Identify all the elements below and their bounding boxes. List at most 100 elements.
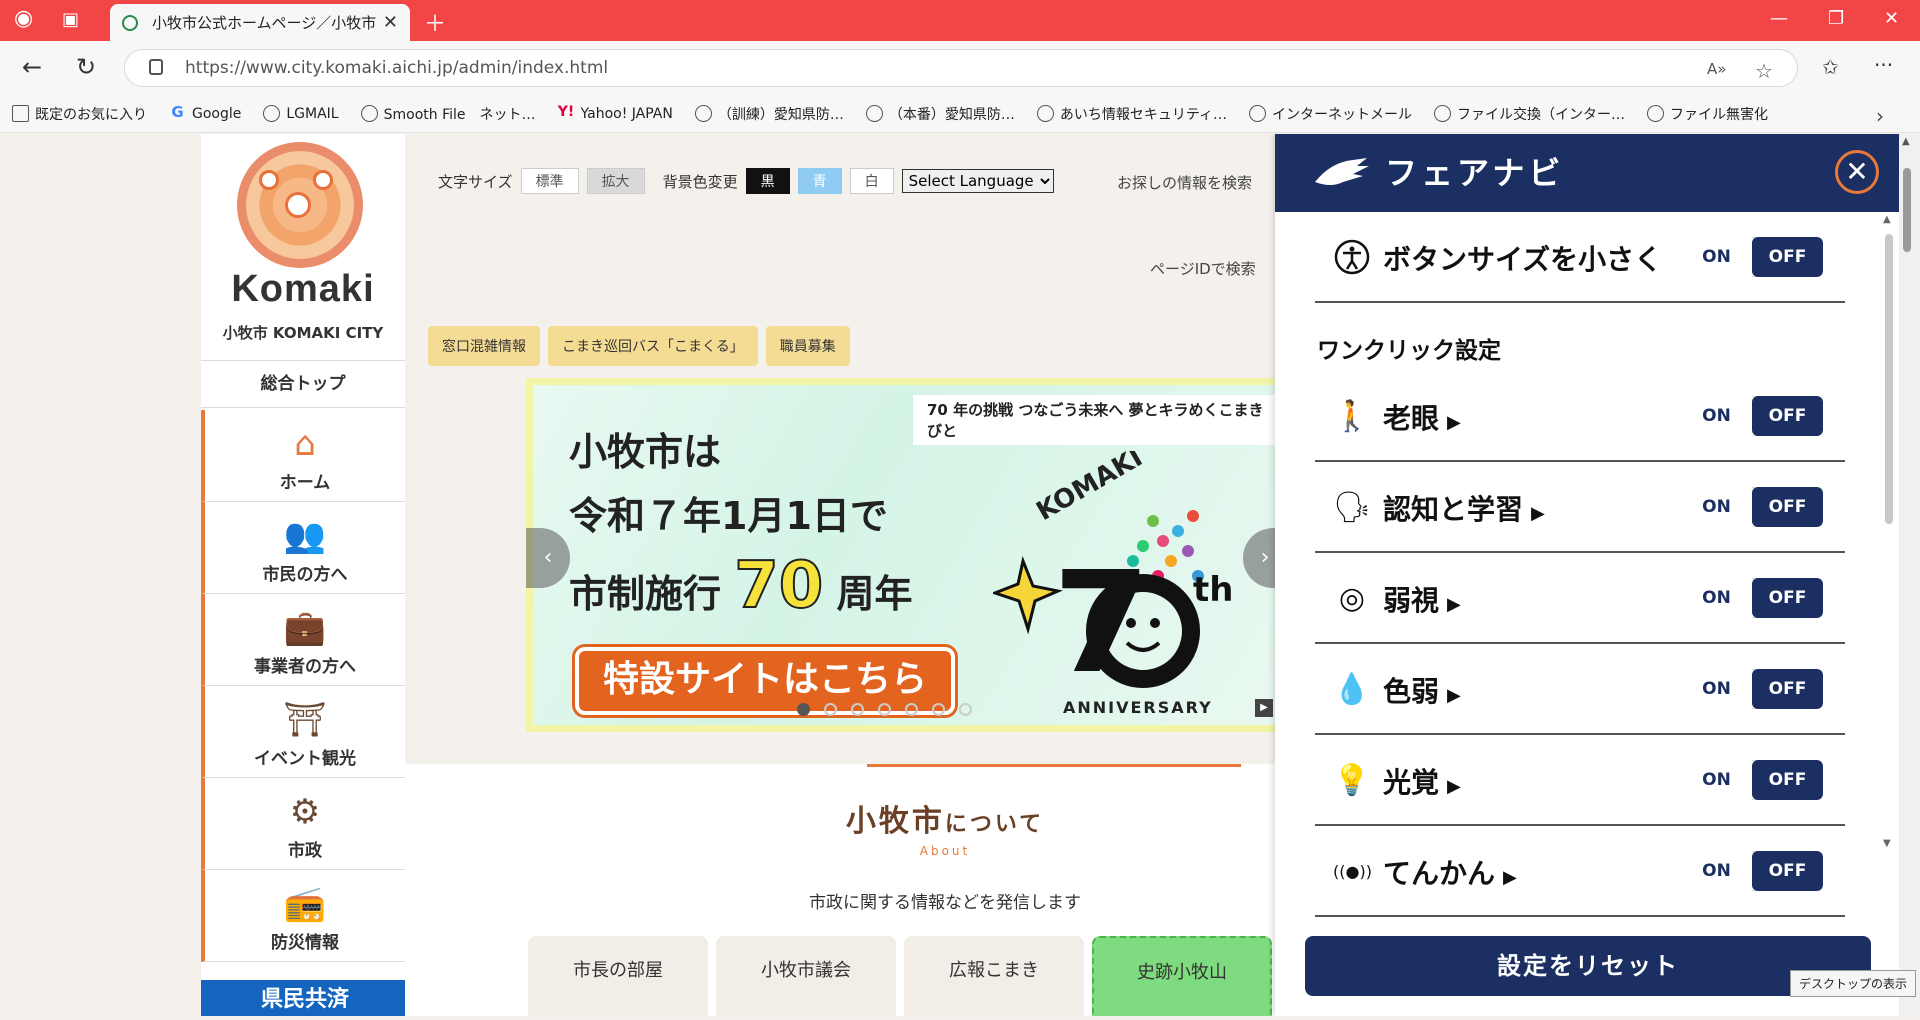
toggle-on-button[interactable]: ON: [1681, 487, 1752, 527]
bookmark-item[interactable]: Smooth File ネット…: [360, 104, 536, 124]
sidebar-item[interactable]: ⌂ ホーム: [201, 410, 405, 502]
bookmark-item[interactable]: あいち情報セキュリティ…: [1036, 104, 1227, 124]
page-id-search-label[interactable]: ページIDで検索: [1150, 258, 1256, 279]
quick-link-button[interactable]: 窓口混雑情報: [428, 326, 540, 366]
bg-black-button[interactable]: 黒: [745, 168, 790, 194]
more-menu-icon[interactable]: ···: [1874, 53, 1893, 77]
about-card[interactable]: 史跡小牧山: [1092, 936, 1272, 1016]
language-select[interactable]: Select Language: [901, 169, 1054, 193]
about-card[interactable]: 小牧市議会: [716, 936, 896, 1016]
side-banner[interactable]: 県民共済: [201, 980, 405, 1016]
close-window-icon[interactable]: ✕: [1884, 8, 1899, 29]
bookmark-item[interactable]: 既定のお気に入り: [12, 104, 147, 124]
about-card[interactable]: 広報こまき: [904, 936, 1084, 1016]
carousel-dot[interactable]: [851, 703, 864, 716]
play-icon[interactable]: ▶: [1255, 699, 1273, 717]
site-info-icon[interactable]: [149, 59, 163, 75]
carousel-dot[interactable]: [824, 703, 837, 716]
close-tab-icon[interactable]: ✕: [383, 12, 398, 33]
toggle-off-button[interactable]: OFF: [1752, 487, 1823, 527]
close-icon[interactable]: ✕: [1835, 150, 1879, 194]
carousel-dot[interactable]: [959, 703, 972, 716]
sidebar-item-label: 事業者の方へ: [254, 657, 356, 677]
setting-label[interactable]: 弱視 ▶: [1383, 579, 1461, 619]
sidebar-item[interactable]: 💼 事業者の方へ: [201, 594, 405, 686]
quick-link-button[interactable]: 職員募集: [765, 326, 850, 366]
setting-toggle[interactable]: ON OFF: [1681, 851, 1823, 891]
setting-toggle[interactable]: ON OFF: [1681, 669, 1823, 709]
bookmark-item[interactable]: ファイル無害化: [1647, 104, 1768, 124]
expand-triangle-icon[interactable]: ▶: [1447, 594, 1461, 615]
toggle-off-button[interactable]: OFF: [1752, 396, 1823, 436]
browser-tab[interactable]: 小牧市公式ホームページ／小牧市 ✕: [110, 4, 410, 41]
sidebar-item[interactable]: ⛩ イベント観光: [201, 686, 405, 778]
setting-label[interactable]: 光覚 ▶: [1383, 761, 1461, 801]
bg-white-button[interactable]: 白: [849, 168, 894, 194]
about-card[interactable]: 市長の部屋: [528, 936, 708, 1016]
toggle-on-button[interactable]: ON: [1681, 237, 1752, 277]
minimize-icon[interactable]: —: [1770, 8, 1788, 29]
font-standard-button[interactable]: 標準: [520, 168, 579, 194]
reset-settings-button[interactable]: 設定をリセット: [1305, 936, 1871, 996]
bookmarks-more-icon[interactable]: ›: [1876, 104, 1884, 128]
toggle-on-button[interactable]: ON: [1681, 578, 1752, 618]
toggle-off-button[interactable]: OFF: [1752, 760, 1823, 800]
read-aloud-icon[interactable]: A»: [1707, 60, 1726, 78]
setting-label[interactable]: てんかん ▶: [1383, 852, 1517, 892]
sidebar-item[interactable]: 👥 市民の方へ: [201, 502, 405, 594]
bg-blue-button[interactable]: 青: [797, 168, 842, 194]
favorite-star-icon[interactable]: ☆: [1755, 59, 1773, 83]
back-icon[interactable]: ←: [22, 53, 42, 81]
carousel-dot[interactable]: [878, 703, 891, 716]
sidebar-item[interactable]: 📻 防災情報: [201, 870, 405, 962]
bookmark-item[interactable]: LGMAIL: [263, 105, 339, 122]
button-size-toggle[interactable]: ON OFF: [1681, 237, 1823, 277]
bookmark-item[interactable]: （本番）愛知県防…: [865, 104, 1015, 124]
toggle-off-button[interactable]: OFF: [1752, 237, 1823, 277]
bookmark-item[interactable]: ファイル交換（インター…: [1434, 104, 1625, 124]
bookmark-item[interactable]: （訓練）愛知県防…: [694, 104, 844, 124]
tab-actions-icon[interactable]: ▣: [62, 9, 79, 30]
toggle-on-button[interactable]: ON: [1681, 760, 1752, 800]
setting-toggle[interactable]: ON OFF: [1681, 578, 1823, 618]
carousel-dot[interactable]: [905, 703, 918, 716]
toggle-on-button[interactable]: ON: [1681, 851, 1752, 891]
site-logo[interactable]: Komaki 小牧市 KOMAKI CITY: [201, 134, 405, 360]
setting-label[interactable]: 認知と学習 ▶: [1383, 488, 1545, 528]
carousel-dot[interactable]: [797, 703, 810, 716]
setting-toggle[interactable]: ON OFF: [1681, 760, 1823, 800]
setting-label[interactable]: 老眼 ▶: [1383, 397, 1461, 437]
bookmark-item[interactable]: Y! Yahoo! JAPAN: [558, 105, 673, 122]
setting-row: 🗣 認知と学習 ▶ ON OFF: [1315, 462, 1845, 553]
favorites-icon[interactable]: ✩: [1822, 55, 1839, 79]
setting-toggle[interactable]: ON OFF: [1681, 396, 1823, 436]
bookmark-item[interactable]: G Google: [169, 105, 241, 122]
carousel-dot[interactable]: [932, 703, 945, 716]
page-scrollbar[interactable]: ▲: [1899, 134, 1915, 1016]
refresh-icon[interactable]: ↻: [76, 53, 96, 81]
toggle-off-button[interactable]: OFF: [1752, 851, 1823, 891]
new-tab-icon[interactable]: ＋: [424, 6, 446, 38]
expand-triangle-icon[interactable]: ▶: [1447, 776, 1461, 797]
toggle-on-button[interactable]: ON: [1681, 396, 1752, 436]
panel-scrollbar[interactable]: ▲ ▼: [1883, 214, 1893, 849]
toggle-off-button[interactable]: OFF: [1752, 578, 1823, 618]
profile-icon[interactable]: ◉: [14, 6, 33, 31]
hero-banner[interactable]: 70 年の挑戦 つなごう未来へ 夢とキラめくこまきびと 小牧市は 令和７年1月1…: [526, 378, 1286, 732]
sidebar-item[interactable]: ⚙ 市政: [201, 778, 405, 870]
url-field[interactable]: https://www.city.komaki.aichi.jp/admin/i…: [124, 49, 1798, 87]
expand-triangle-icon[interactable]: ▶: [1447, 685, 1461, 706]
setting-label[interactable]: 色弱 ▶: [1383, 670, 1461, 710]
toggle-off-button[interactable]: OFF: [1752, 669, 1823, 709]
bookmark-item[interactable]: インターネットメール: [1249, 104, 1412, 124]
expand-triangle-icon[interactable]: ▶: [1447, 412, 1461, 433]
restore-icon[interactable]: ❐: [1828, 8, 1844, 29]
site-search-label[interactable]: お探しの情報を検索: [1117, 172, 1252, 193]
quick-link-button[interactable]: こまき巡回バス「こまくる」: [548, 326, 758, 366]
font-large-button[interactable]: 拡大: [586, 168, 645, 194]
toggle-on-button[interactable]: ON: [1681, 669, 1752, 709]
setting-toggle[interactable]: ON OFF: [1681, 487, 1823, 527]
sidebar-top-link[interactable]: 総合トップ: [201, 360, 405, 408]
expand-triangle-icon[interactable]: ▶: [1531, 503, 1545, 524]
expand-triangle-icon[interactable]: ▶: [1503, 867, 1517, 888]
